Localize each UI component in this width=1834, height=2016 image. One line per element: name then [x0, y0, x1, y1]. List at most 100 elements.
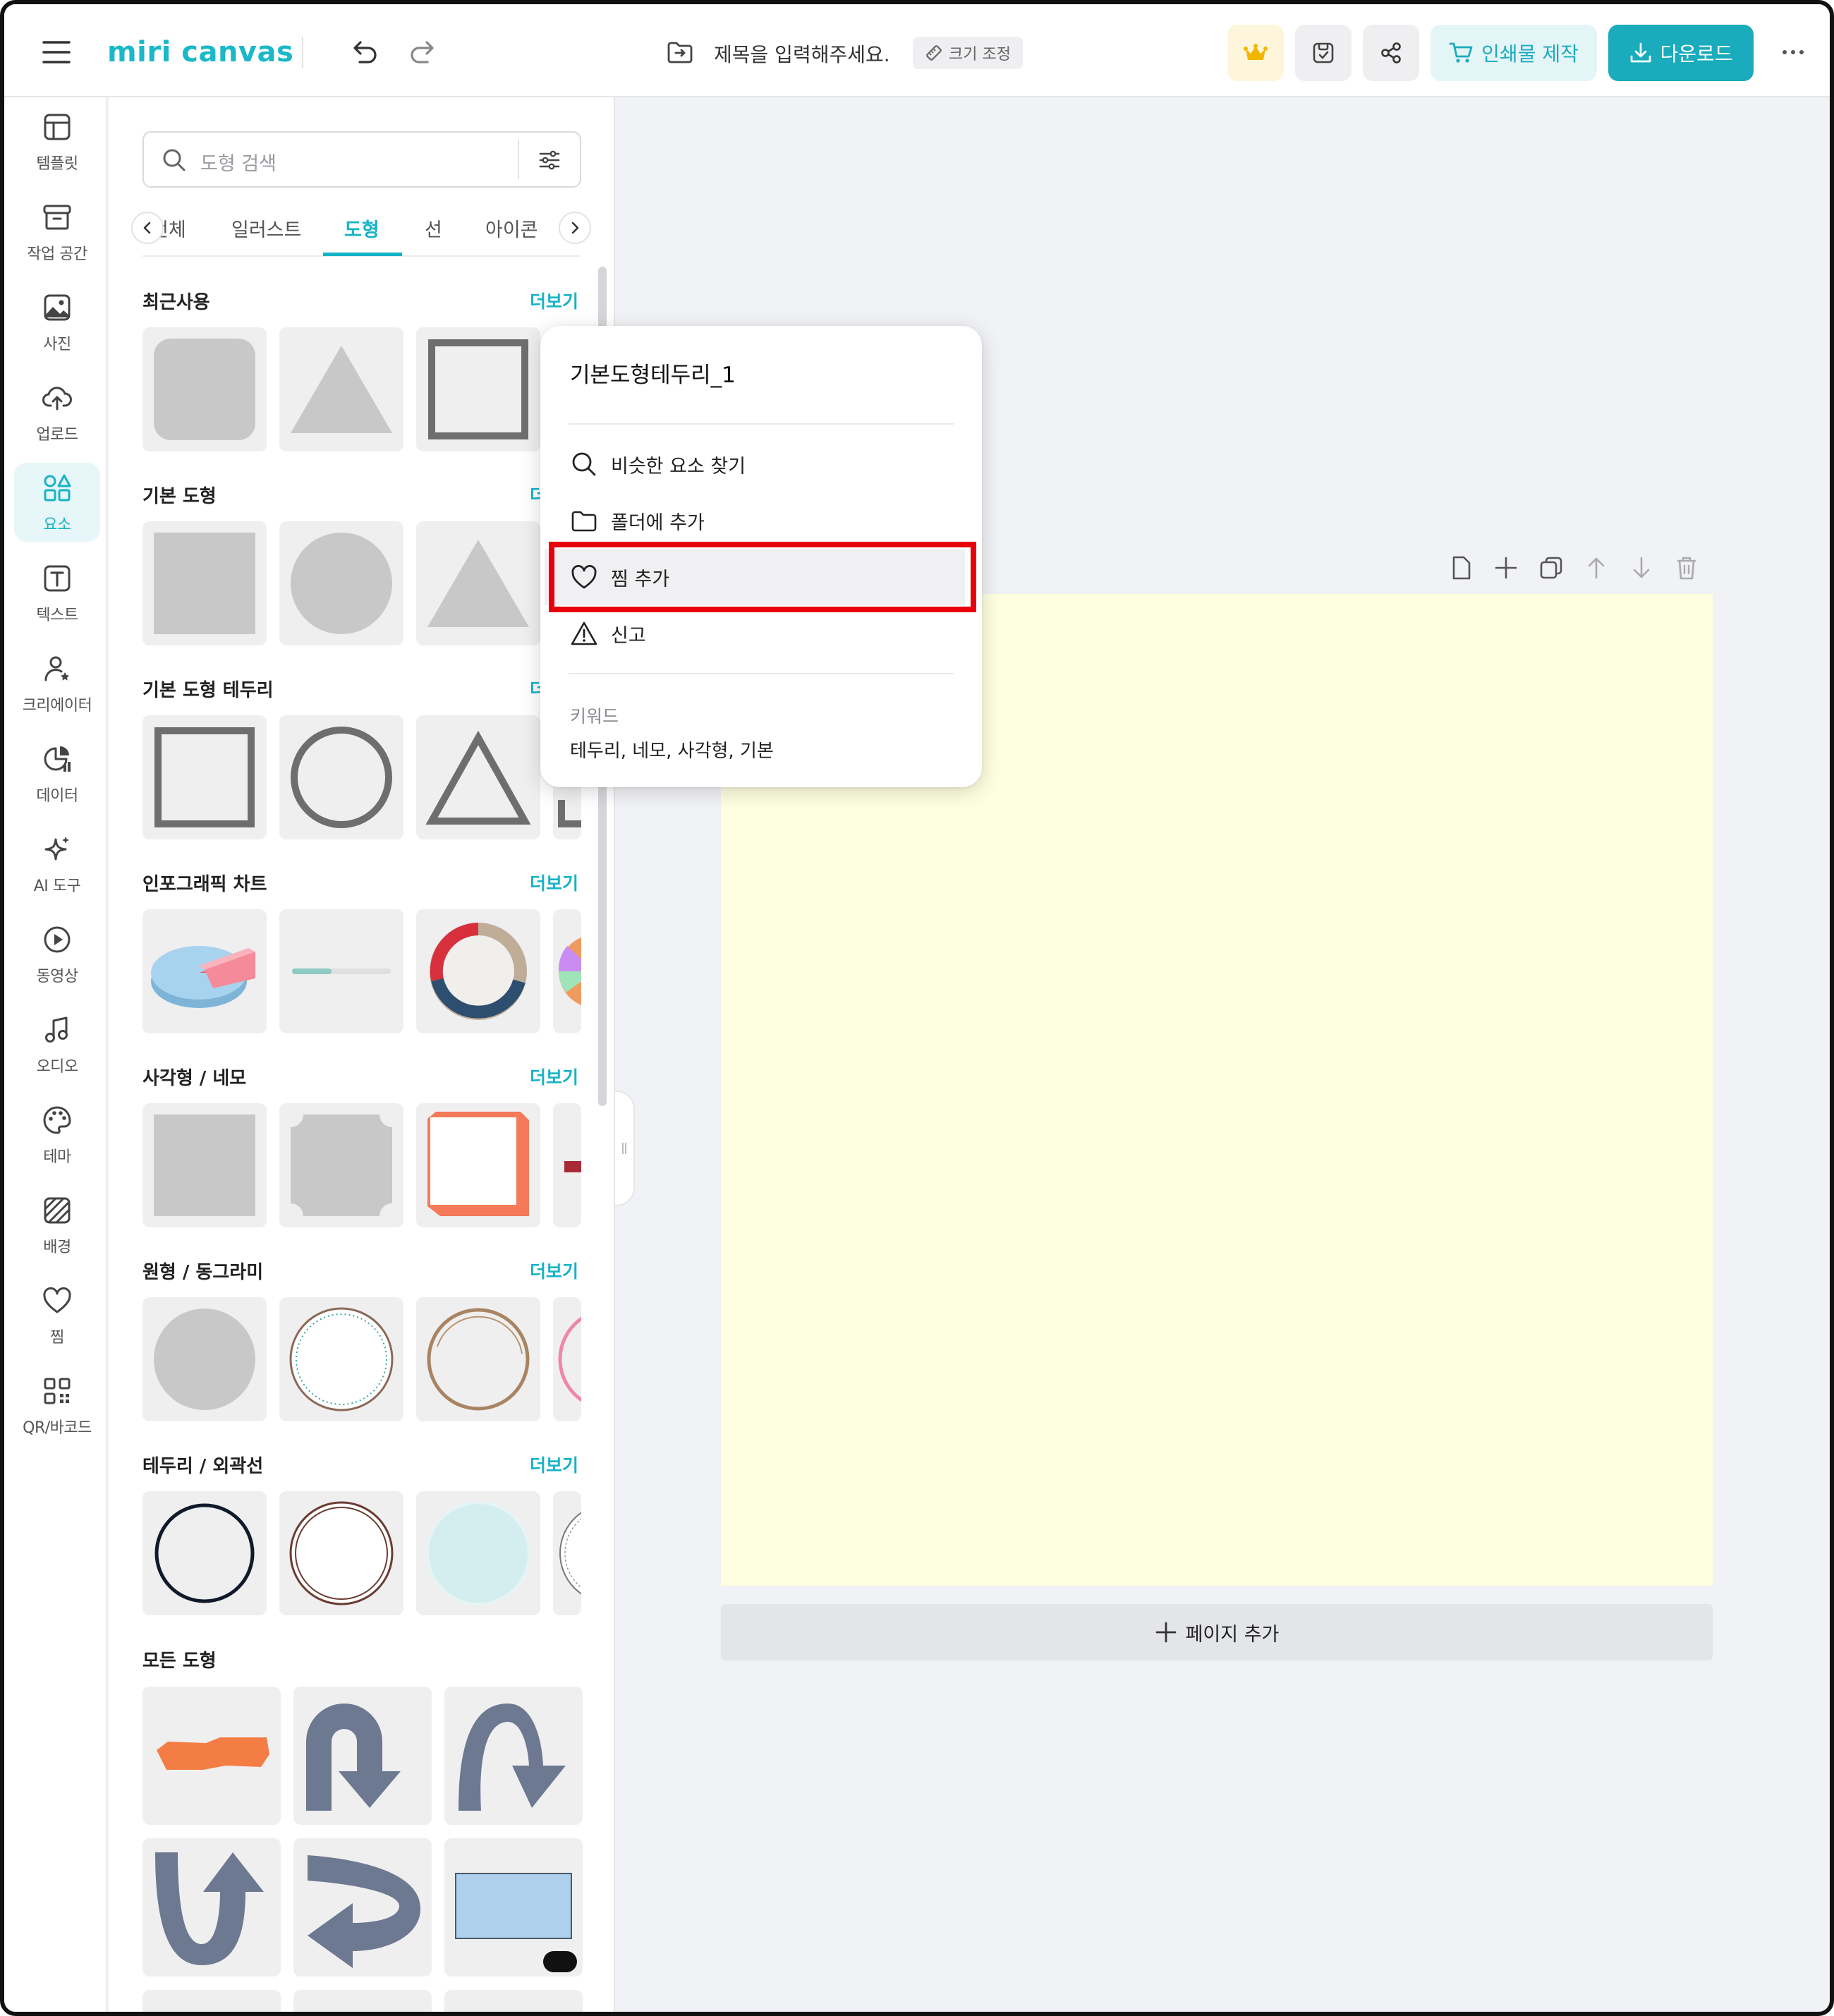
video-icon: [42, 924, 73, 955]
tab-shape[interactable]: 도형: [344, 214, 379, 242]
undo-icon[interactable]: [348, 37, 379, 68]
shape-tile[interactable]: [416, 1297, 540, 1421]
shape-tile[interactable]: [279, 1491, 403, 1615]
shape-tile[interactable]: [279, 327, 403, 451]
divider: [569, 423, 954, 425]
shape-tile[interactable]: [293, 1990, 432, 2012]
rail-video[interactable]: 동영상: [14, 914, 100, 993]
rail-ai-tools[interactable]: AI 도구: [14, 824, 100, 903]
shape-tile[interactable]: [416, 521, 540, 645]
tab-line[interactable]: 선: [425, 214, 442, 242]
shape-tile[interactable]: [142, 715, 267, 839]
more-link-circle[interactable]: 더보기: [530, 1258, 578, 1283]
filter-icon[interactable]: [536, 147, 563, 174]
rail-data[interactable]: 데이터: [14, 734, 100, 813]
shape-tile[interactable]: [142, 1491, 267, 1615]
rail-label: 배경: [43, 1239, 71, 1256]
shape-tile[interactable]: [279, 1297, 403, 1421]
app-window: miri canvas 제목을 입력해주세요. 크기 조정 인쇄물 제작 다운로…: [0, 0, 1834, 2016]
move-down-icon[interactable]: [1628, 554, 1655, 581]
menu-item-report[interactable]: 신고: [545, 605, 965, 662]
shape-tile[interactable]: [293, 1838, 432, 1976]
shape-tile[interactable]: [142, 327, 267, 451]
shape-tile[interactable]: [416, 1491, 540, 1615]
creator-icon: [42, 653, 73, 684]
shape-tile[interactable]: [444, 1838, 583, 1976]
rail-favorites[interactable]: 찜: [14, 1275, 100, 1354]
share-button[interactable]: [1363, 25, 1419, 81]
shape-tile[interactable]: [142, 1838, 281, 1976]
shape-tile[interactable]: [416, 327, 540, 451]
more-link-border[interactable]: 더보기: [530, 1452, 578, 1477]
rail-theme[interactable]: 테마: [14, 1095, 100, 1174]
add-page-icon[interactable]: [1493, 554, 1519, 581]
tab-next-button[interactable]: [559, 212, 591, 244]
more-options-icon[interactable]: [1779, 44, 1807, 61]
chart-tile[interactable]: [142, 909, 267, 1033]
template-icon: [42, 111, 73, 142]
download-button[interactable]: 다운로드: [1608, 25, 1754, 81]
menu-item-add-to-folder[interactable]: 폴더에 추가: [545, 492, 965, 549]
save-icon: [1311, 40, 1336, 66]
shape-tile[interactable]: [444, 1687, 583, 1825]
tab-illustration[interactable]: 일러스트: [231, 214, 301, 242]
resize-button[interactable]: 크기 조정: [913, 37, 1023, 69]
save-button[interactable]: [1295, 25, 1352, 81]
search-box[interactable]: 도형 검색: [142, 131, 581, 188]
page-options-icon[interactable]: [1447, 554, 1474, 581]
print-button[interactable]: 인쇄물 제작: [1431, 25, 1597, 81]
premium-button[interactable]: [1227, 25, 1284, 81]
rail-upload[interactable]: 업로드: [14, 372, 100, 451]
move-up-icon[interactable]: [1583, 554, 1610, 581]
rail-audio[interactable]: 오디오: [14, 1004, 100, 1083]
add-page-button[interactable]: 페이지 추가: [721, 1604, 1713, 1660]
shape-tile[interactable]: [553, 1491, 581, 1615]
chart-tile[interactable]: [279, 909, 403, 1033]
chart-tile[interactable]: [416, 909, 540, 1033]
shape-tile[interactable]: [293, 1687, 432, 1825]
redo-icon[interactable]: [408, 37, 439, 68]
elements-icon: [42, 473, 73, 504]
shape-tile[interactable]: [553, 1103, 581, 1227]
more-link-rect[interactable]: 더보기: [530, 1064, 578, 1089]
panel-collapse-handle[interactable]: [615, 1091, 635, 1206]
keyword-list: 테두리, 네모, 사각형, 기본: [570, 741, 774, 762]
shape-tile[interactable]: [444, 1990, 583, 2012]
shape-tile[interactable]: [142, 1990, 281, 2012]
shape-tile[interactable]: [416, 1103, 540, 1227]
document-title-input[interactable]: 제목을 입력해주세요.: [714, 40, 890, 68]
divider: [569, 673, 954, 674]
section-title-infographic: 인포그래픽 차트: [142, 874, 267, 895]
folder-move-icon[interactable]: [666, 38, 694, 66]
rail-elements[interactable]: 요소: [14, 463, 100, 542]
duplicate-page-icon[interactable]: [1538, 554, 1565, 581]
shape-tile[interactable]: [279, 715, 403, 839]
shape-tile[interactable]: [553, 1297, 581, 1421]
rail-label: 작업 공간: [27, 245, 87, 263]
rail-photo[interactable]: 사진: [14, 282, 100, 361]
shape-tile[interactable]: [142, 1297, 267, 1421]
menu-icon[interactable]: [41, 38, 72, 66]
tab-prev-button[interactable]: [131, 212, 164, 244]
rail-creator[interactable]: 크리에이터: [14, 643, 100, 722]
delete-page-icon[interactable]: [1673, 554, 1700, 581]
rail-background[interactable]: 배경: [14, 1185, 100, 1264]
shape-tile[interactable]: [279, 521, 403, 645]
chart-tile[interactable]: [553, 909, 581, 1033]
rail-workspace[interactable]: 작업 공간: [14, 192, 100, 271]
more-link-infographic[interactable]: 더보기: [530, 870, 578, 895]
shape-tile[interactable]: [416, 715, 540, 839]
app-logo[interactable]: miri canvas: [107, 32, 293, 72]
shape-tile[interactable]: [142, 1103, 267, 1227]
shape-tile[interactable]: [142, 521, 267, 645]
shape-tile[interactable]: [142, 1687, 281, 1825]
shape-tile[interactable]: [279, 1103, 403, 1227]
rail-qr[interactable]: QR/바코드: [14, 1366, 100, 1445]
search-input[interactable]: 도형 검색: [200, 148, 277, 176]
rail-text[interactable]: 텍스트: [14, 553, 100, 632]
section-title-basic: 기본 도형: [142, 486, 217, 507]
menu-item-find-similar[interactable]: 비슷한 요소 찾기: [545, 436, 965, 492]
tab-icon[interactable]: 아이콘: [485, 214, 538, 242]
more-link-recent[interactable]: 더보기: [530, 288, 578, 313]
rail-template[interactable]: 템플릿: [14, 102, 100, 181]
